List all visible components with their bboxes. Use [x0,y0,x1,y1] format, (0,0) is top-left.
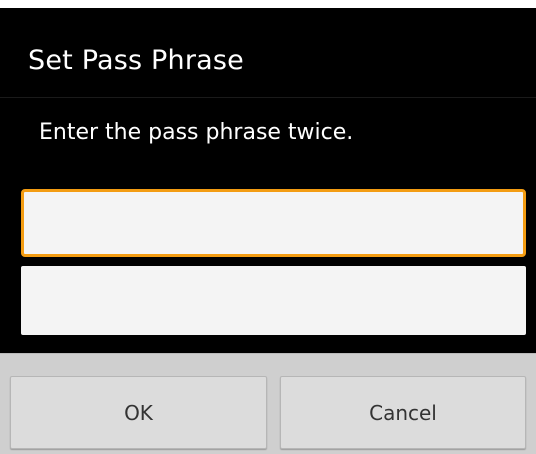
ok-button[interactable]: OK [10,376,267,449]
pass-phrase-field[interactable] [21,189,526,257]
dialog-title: Set Pass Phrase [28,45,244,76]
dialog-title-bar: Set Pass Phrase [0,8,536,98]
pass-phrase-dialog: Set Pass Phrase Enter the pass phrase tw… [0,8,536,454]
dialog-message: Enter the pass phrase twice. [39,120,354,145]
dialog-button-bar: OK Cancel [0,353,536,454]
confirm-pass-phrase-field[interactable] [21,266,526,335]
cancel-button[interactable]: Cancel [280,376,526,449]
